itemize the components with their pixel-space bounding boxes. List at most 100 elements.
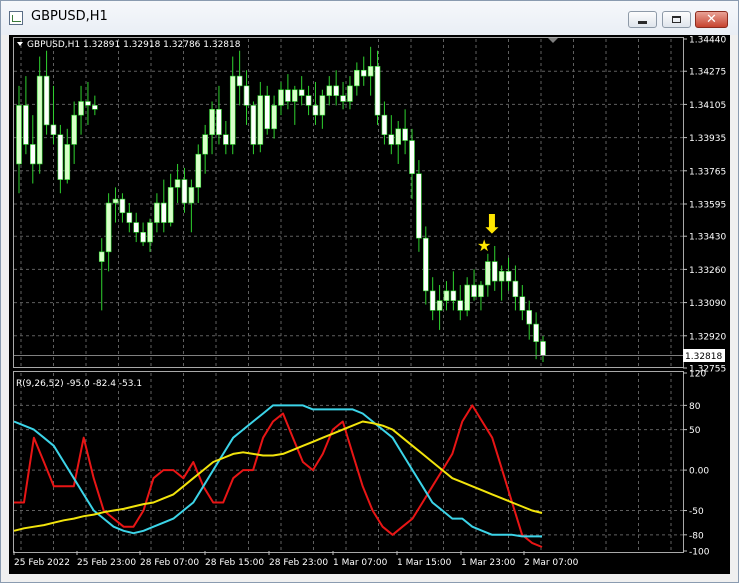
candle-bull [498, 271, 505, 282]
candle-bull [71, 114, 77, 145]
close-button[interactable]: ✕ [695, 11, 728, 28]
candle-bear [119, 198, 126, 214]
candle-bull [319, 95, 326, 116]
candle-bear [43, 75, 50, 126]
candle-bull [271, 105, 277, 130]
price-tick-label: 1.33260 [689, 266, 726, 276]
candle-bear [23, 105, 29, 145]
candle-bull [443, 290, 450, 301]
candle-bear [133, 222, 140, 233]
title-bar[interactable]: GBPUSD,H1 ✕ [1, 1, 738, 35]
candle-bull [167, 187, 174, 223]
indicator-tick-label: -50 [689, 507, 704, 517]
time-tick-label: 1 Mar 23:00 [461, 558, 516, 568]
candle-bull [195, 153, 202, 188]
indicator-tick-label: 0.00 [689, 467, 709, 477]
candle-bear [29, 144, 36, 165]
candle-bull [112, 198, 119, 204]
time-tick-label: 28 Feb 15:00 [205, 558, 264, 568]
minimize-icon [638, 20, 647, 24]
candle-bull [16, 105, 22, 165]
candle-bear [57, 134, 64, 180]
candle-bear [360, 69, 367, 77]
chart-area[interactable]: 1.34440 1.34275 1.34105 1.33935 1.33765 1.335… [9, 35, 730, 574]
candle-bear [50, 124, 57, 135]
candle-bear [216, 108, 222, 135]
maximize-icon [672, 16, 681, 23]
candle-bear [85, 101, 91, 106]
chart-canvas[interactable]: 1.34440 1.34275 1.34105 1.33935 1.33765 1.335… [9, 35, 730, 574]
time-tick-label: 1 Mar 15:00 [397, 558, 452, 568]
candle-bear [305, 95, 312, 106]
candle-bear [409, 140, 415, 175]
current-price-label: 1.32818 [685, 352, 722, 362]
candle-bear [388, 134, 395, 145]
candle-bull [78, 101, 84, 116]
candle-bear [340, 95, 346, 102]
candle-bear [333, 85, 339, 96]
candle-bull [436, 300, 443, 311]
candle-bull [395, 128, 402, 145]
candle-bear [526, 310, 533, 325]
candle-bear [505, 271, 512, 282]
chart-window: GBPUSD,H1 ✕ 1.34440 1.34275 1.34105 1.33935… [0, 0, 739, 583]
candle-bear [471, 284, 477, 298]
price-tick-label: 1.34440 [689, 36, 726, 46]
candle-bear [374, 66, 381, 116]
indicator-panel-header: R(9,26,52) -95.0 -82.4 -53.1 [16, 379, 142, 389]
minimize-button[interactable] [628, 11, 657, 28]
candle-bear [381, 114, 388, 135]
indicator-tick-label: 120 [689, 370, 706, 380]
candle-bear [512, 280, 519, 298]
candle-bull [291, 89, 298, 102]
candle-bear [402, 128, 408, 141]
candle-bull [98, 251, 105, 262]
candle-bull [347, 85, 353, 102]
candle-bear [223, 134, 229, 145]
price-tick-label: 1.34275 [689, 68, 726, 78]
candle-bull [64, 144, 71, 180]
candle-bear [181, 179, 188, 204]
candle-bull [174, 179, 181, 188]
candle-bull [478, 284, 484, 298]
candle-bull [202, 134, 208, 155]
maximize-button[interactable] [662, 11, 691, 28]
candle-bull [154, 202, 160, 223]
close-icon: ✕ [706, 11, 717, 27]
price-tick-label: 1.32920 [689, 332, 726, 342]
chart-window-icon [9, 11, 23, 25]
candle-bull [485, 261, 491, 286]
candle-bull [464, 284, 470, 311]
time-tick-label: 28 Feb 23:00 [269, 558, 328, 568]
candle-bear [236, 75, 243, 87]
time-tick-label: 1 Mar 07:00 [333, 558, 388, 568]
candle-bull [105, 202, 112, 253]
candle-bear [533, 323, 539, 342]
candle-bull [367, 66, 374, 77]
candle-bear [519, 296, 526, 311]
candle-bear [312, 105, 319, 116]
window-title: GBPUSD,H1 [31, 9, 108, 24]
candle-bear [457, 300, 464, 311]
candle-bear [298, 89, 305, 96]
price-tick-label: 1.33935 [689, 134, 726, 144]
time-tick-label: 2 Mar 07:00 [524, 558, 579, 568]
candle-bear [540, 341, 546, 356]
candle-bear [126, 212, 133, 223]
candle-bear [429, 290, 436, 311]
candle-bear [250, 105, 257, 145]
indicator-tick-label: 50 [689, 426, 701, 436]
price-panel-header: GBPUSD,H1 1.32891 1.32918 1.32786 1.3281… [27, 40, 241, 50]
candle-bull [209, 108, 215, 135]
time-tick-label: 25 Feb 23:00 [77, 558, 136, 568]
candle-bull [147, 222, 153, 243]
candle-bull [278, 89, 284, 106]
candle-bull [326, 85, 333, 96]
candle-bull [229, 75, 236, 145]
price-tick-label: 1.33090 [689, 299, 726, 309]
candle-bear [285, 89, 291, 102]
candle-bull [36, 75, 43, 165]
price-tick-label: 1.33430 [689, 233, 726, 243]
candle-bear [243, 85, 250, 106]
price-tick-label: 1.33765 [689, 167, 726, 177]
